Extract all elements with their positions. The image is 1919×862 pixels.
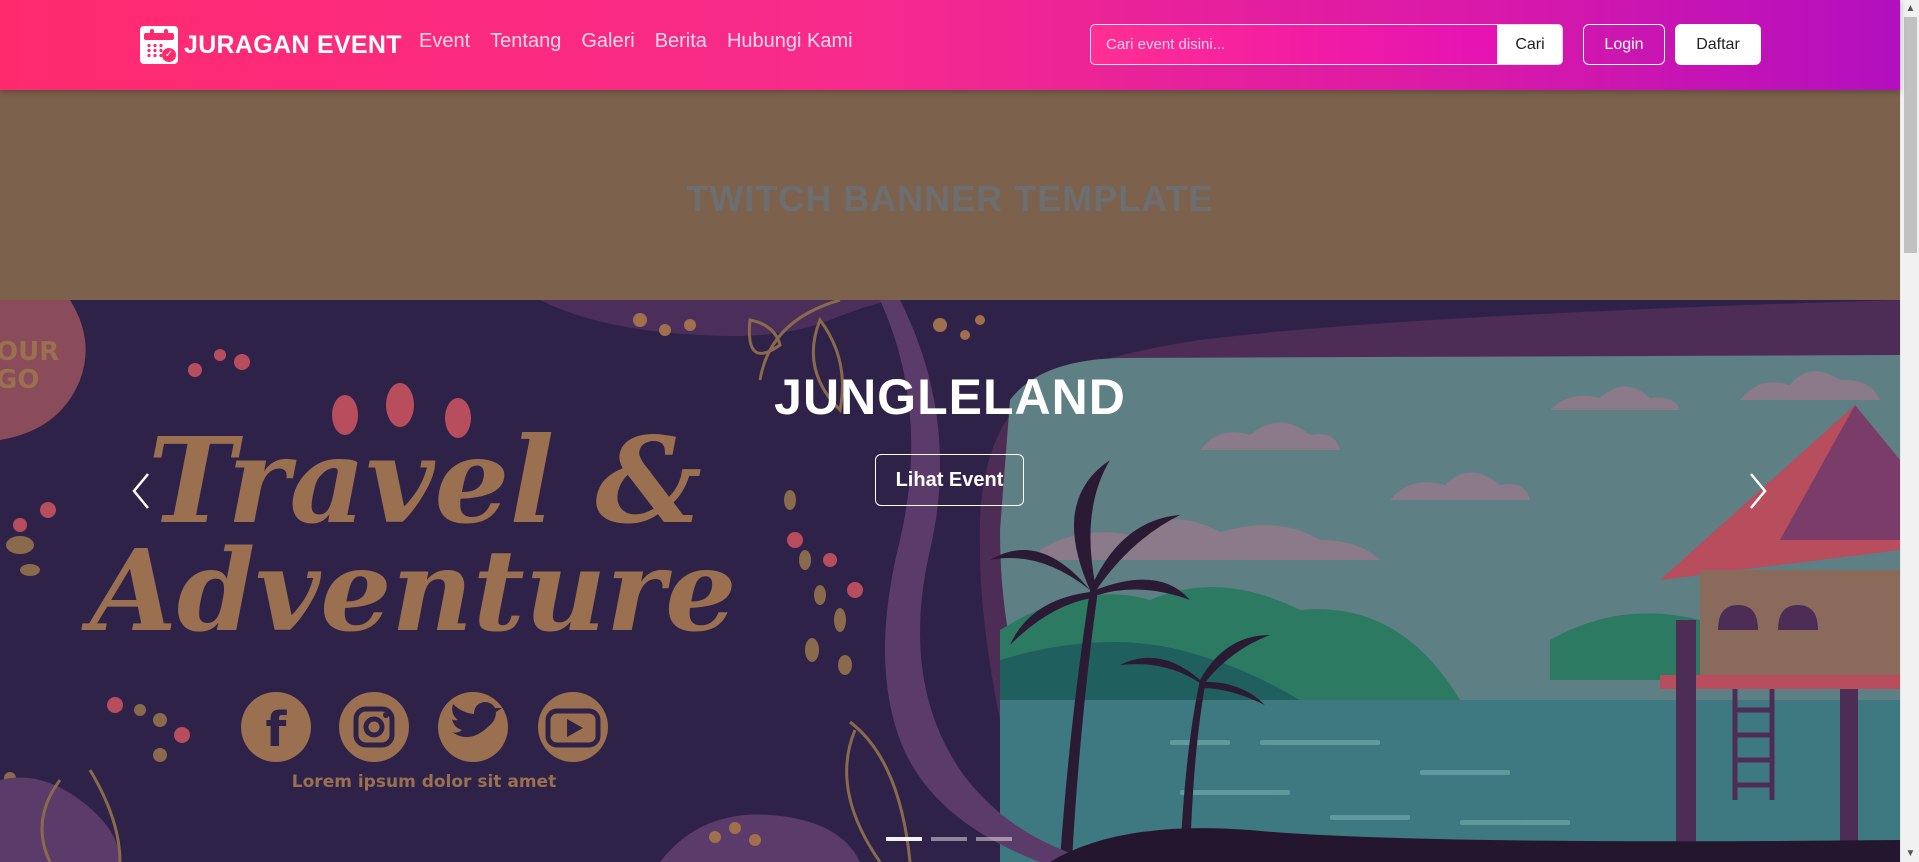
navbar: ✓ JURAGAN EVENT Event Tentang Galeri Ber… — [0, 0, 1900, 90]
login-button[interactable]: Login — [1583, 24, 1665, 65]
nav-link-hubungi-kami[interactable]: Hubungi Kami — [727, 30, 853, 53]
carousel-indicator-3[interactable] — [976, 837, 1012, 841]
carousel-prev-button[interactable] — [122, 466, 162, 516]
brand[interactable]: ✓ JURAGAN EVENT — [140, 26, 402, 64]
banner-header-text: TWITCH BANNER TEMPLATE — [686, 178, 1214, 219]
art-headline-2: Adventure — [81, 526, 736, 657]
scroll-up-arrow-icon[interactable]: ▲ — [1901, 0, 1919, 17]
nav-link-tentang[interactable]: Tentang — [490, 30, 561, 53]
art-caption: Lorem ipsum dolor sit amet — [292, 772, 556, 792]
slide-title: JUNGLELAND — [774, 369, 1126, 425]
hero-carousel: TWITCH BANNER TEMPLATE OUR GO Travel & A… — [0, 90, 1900, 862]
logo-text-1: OUR — [0, 337, 59, 367]
page-scrollbar[interactable]: ▲ ▼ — [1900, 0, 1919, 862]
scrollbar-thumb[interactable] — [1904, 17, 1917, 253]
search-input[interactable] — [1090, 24, 1497, 65]
instagram-icon — [339, 692, 409, 762]
view-event-button[interactable]: Lihat Event — [875, 454, 1024, 506]
carousel-indicators — [886, 837, 1012, 841]
nav-link-galeri[interactable]: Galeri — [581, 30, 634, 53]
svg-text:f: f — [266, 702, 288, 758]
carousel-indicator-2[interactable] — [931, 837, 967, 841]
register-button[interactable]: Daftar — [1675, 24, 1761, 65]
scroll-down-arrow-icon[interactable]: ▼ — [1901, 845, 1919, 862]
search-button[interactable]: Cari — [1497, 24, 1563, 65]
chevron-left-icon — [132, 473, 149, 509]
carousel-indicator-1[interactable] — [886, 837, 922, 841]
carousel-next-button[interactable] — [1737, 466, 1777, 516]
search-form: Cari — [1090, 24, 1563, 65]
chevron-right-icon — [1750, 473, 1767, 509]
nav-link-berita[interactable]: Berita — [655, 30, 707, 53]
banner-header: TWITCH BANNER TEMPLATE — [0, 90, 1900, 300]
brand-name: JURAGAN EVENT — [184, 30, 402, 59]
calendar-logo-icon: ✓ — [140, 26, 178, 64]
nav-link-event[interactable]: Event — [419, 30, 470, 53]
nav-links: Event Tentang Galeri Berita Hubungi Kami — [419, 30, 853, 53]
